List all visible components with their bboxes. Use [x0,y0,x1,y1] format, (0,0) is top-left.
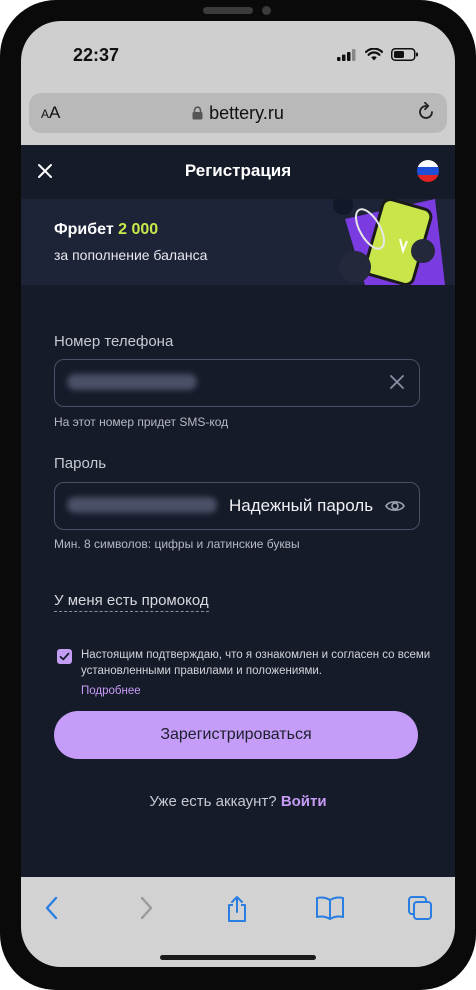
password-field[interactable]: Надежный пароль [54,482,420,530]
status-icons [337,48,419,61]
tennis-phone-illustration [333,199,445,285]
banner-subtitle: за пополнение баланса [54,247,208,263]
wifi-icon [365,48,383,61]
url-text: bettery.ru [209,103,284,123]
russia-flag-icon[interactable] [417,160,439,182]
tabs-icon[interactable] [407,895,433,921]
browser-toolbar [21,877,455,967]
address-bar[interactable]: AA bettery.ru [29,93,447,133]
home-indicator [160,955,316,960]
eye-icon[interactable] [385,498,405,514]
clear-icon[interactable] [389,374,405,390]
consent-more-link[interactable]: Подробнее [81,685,141,697]
checkmark-icon [59,652,70,661]
reload-icon[interactable] [415,101,437,123]
screen: 22:37 AA bettery.ru Регистрация Фрибет 2… [21,21,455,967]
consent-text: Настоящим подтверждаю, что я ознакомлен … [81,649,431,677]
speaker [203,7,253,14]
bookmarks-icon[interactable] [315,895,345,921]
modal-header: Регистрация [21,145,455,199]
page-title: Регистрация [184,161,292,180]
phone-value-masked [67,374,197,390]
phone-hint: На этот номер придет SMS-код [54,415,229,429]
freebet-banner[interactable]: Фрибет 2 000 за пополнение баланса [21,199,455,285]
share-icon[interactable] [225,895,249,923]
phone-field[interactable] [54,359,420,407]
back-icon[interactable] [43,895,61,921]
password-value-masked [67,497,217,513]
password-label: Пароль [54,455,107,472]
registration-page: Регистрация Фрибет 2 000 за пополнение б… [21,145,455,877]
phone-frame: 22:37 AA bettery.ru Регистрация Фрибет 2… [0,0,476,990]
banner-title: Фрибет 2 000 [54,221,159,238]
password-strength: Надежный пароль [229,496,374,515]
login-link[interactable]: Войти [281,793,327,810]
url-field[interactable]: bettery.ru [29,103,447,124]
forward-icon[interactable] [137,895,155,921]
phone-label: Номер телефона [54,333,174,350]
cellular-signal-icon [337,48,356,61]
lock-icon [192,106,203,120]
banner-amount: 2 000 [118,221,159,238]
register-button[interactable]: Зарегистрироваться [54,711,418,759]
status-time: 22:37 [73,45,120,65]
promo-code-link[interactable]: У меня есть промокод [54,592,209,612]
login-prompt: Уже есть аккаунт? Войти [149,793,327,810]
camera [262,6,271,15]
password-hint: Мин. 8 символов: цифры и латинские буквы [54,537,300,551]
consent-checkbox[interactable] [57,649,72,664]
battery-icon [391,48,418,61]
